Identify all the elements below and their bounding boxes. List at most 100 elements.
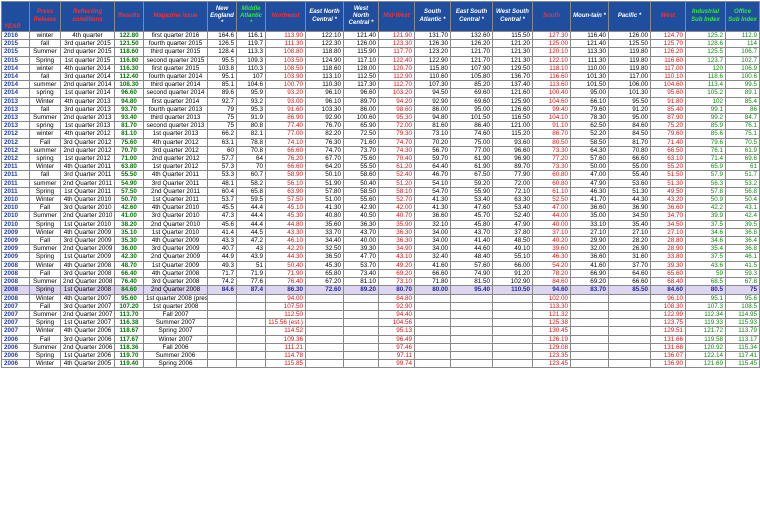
table-cell: 123.30 — [378, 39, 415, 49]
table-cell: Fall — [29, 268, 61, 279]
table-cell — [236, 350, 266, 361]
table-cell: 116.80 — [114, 55, 144, 65]
table-cell: 121.60 — [492, 88, 533, 98]
table-cell: 116.40 — [570, 30, 609, 41]
table-cell: 66.10 — [570, 96, 609, 106]
table-cell: Summer 2007 — [143, 318, 208, 328]
table-cell: 77.40 — [265, 121, 306, 131]
table-cell: winter — [29, 63, 61, 74]
table-cell: 113.30 — [532, 301, 571, 311]
table-cell — [570, 326, 609, 336]
table-cell: 54.10 — [414, 178, 451, 188]
table-cell: 73.10 — [378, 277, 415, 287]
table-cell: second quarter 2013 — [143, 121, 208, 131]
table-row: 2013 Winter 4th quarter 2013 94.80 first qua… — [1, 96, 760, 106]
table-cell: 94.40 — [378, 309, 415, 320]
table-cell: 2014 — [1, 72, 30, 82]
table-cell: 85.40 — [650, 104, 686, 115]
table-cell: 46.30 — [532, 252, 571, 262]
table-cell: 2nd Quarter 2008 — [143, 285, 208, 295]
table-cell: 1st quarter 2015 — [60, 55, 115, 65]
table-cell: 107.30 — [414, 80, 451, 90]
table-cell: 74.70 — [378, 137, 415, 147]
table-cell: 37.10 — [532, 227, 571, 238]
table-cell: 117.00 — [608, 72, 651, 82]
table-cell: 47.2 — [236, 236, 266, 246]
table-cell: 95.9 — [236, 88, 266, 98]
table-cell: 50.40 — [265, 260, 306, 270]
table-cell: 58.50 — [570, 137, 609, 147]
table-cell: 64 — [236, 154, 266, 164]
table-cell: 115.34 — [725, 342, 760, 352]
table-cell: 35.4 — [685, 244, 726, 254]
table-cell: 39.60 — [532, 244, 571, 254]
table-cell: 116.30 — [114, 63, 144, 74]
table-cell: 103.90 — [265, 72, 306, 82]
table-cell: 3rd Quarter 2008 — [143, 277, 208, 287]
table-cell: 52.20 — [570, 129, 609, 139]
column-header: Moun-tain * — [570, 1, 609, 32]
table-cell: 36.00 — [114, 244, 144, 254]
table-cell: 70.5 — [725, 137, 760, 147]
table-cell: 47.70 — [343, 252, 379, 262]
table-cell: 82.1 — [236, 129, 266, 139]
table-cell: first quarter 2016 — [143, 30, 208, 41]
table-cell: 87.90 — [650, 113, 686, 123]
table-cell: 2009 — [1, 227, 30, 238]
table-cell — [343, 293, 379, 303]
table-cell: 65.9 — [685, 162, 726, 172]
table-cell: 126.5 — [207, 39, 237, 49]
table-row: 2016 winter 4th quarter 122.80 first quarter… — [1, 30, 760, 41]
table-cell: 56.70 — [414, 145, 451, 156]
table-cell: 40.70 — [378, 211, 415, 221]
table-cell: Fall — [29, 203, 61, 213]
table-cell: 66.40 — [114, 268, 144, 279]
table-cell: 3rd quarter 2013 — [60, 104, 115, 115]
table-cell: 2nd Quarter 2011 — [60, 178, 115, 188]
table-cell: 39.9 — [685, 211, 726, 221]
table-cell: 2013 — [1, 104, 30, 115]
table-cell: 91.60 — [265, 104, 306, 115]
table-cell — [305, 301, 344, 311]
table-cell: 129.08 — [532, 342, 571, 352]
table-cell: 126.30 — [414, 39, 451, 49]
table-cell: 4th Quarter 2010 — [60, 195, 115, 205]
table-cell: 122.80 — [114, 30, 144, 41]
table-cell: 125.5 — [685, 47, 726, 57]
table-cell: 112.34 — [685, 309, 726, 320]
table-cell: 67.50 — [450, 170, 493, 180]
table-cell: 94.80 — [114, 96, 144, 106]
table-cell — [450, 350, 493, 361]
table-cell: 131.68 — [650, 342, 686, 352]
table-cell: 96.60 — [492, 145, 533, 156]
table-cell: 108.5 — [725, 301, 760, 311]
table-cell: 79.30 — [378, 129, 415, 139]
table-row: 2009 Fall 3rd Quarter 2009 35.30 4th Quarter… — [1, 236, 760, 246]
table-cell: 47.90 — [570, 178, 609, 188]
table-cell: 125.50 — [608, 39, 651, 49]
table-cell: 44.00 — [532, 211, 571, 221]
table-cell: 114.95 — [725, 309, 760, 320]
table-cell: 92.90 — [378, 301, 415, 311]
table-cell: 136.90 — [650, 359, 686, 369]
table-cell: 73.30 — [532, 162, 571, 172]
table-cell: third quarter 2015 — [143, 47, 208, 57]
table-cell: 45.6 — [207, 219, 237, 229]
table-cell: 111.30 — [265, 39, 306, 49]
table-cell: 75.00 — [450, 137, 493, 147]
table-cell: Winter — [29, 162, 61, 172]
table-cell: 2008 — [1, 293, 30, 303]
table-cell — [492, 334, 533, 344]
table-cell: 51.30 — [650, 178, 686, 188]
table-cell: 29.90 — [570, 236, 609, 246]
table-cell: 74.30 — [378, 145, 415, 156]
table-cell: 126.60 — [492, 104, 533, 115]
table-cell: Spring 2007 — [143, 326, 208, 336]
table-cell: 136.07 — [650, 350, 686, 361]
table-cell: 55.50 — [343, 162, 379, 172]
table-header: YEAR Press Release Reflecting conditions Re… — [1, 1, 760, 32]
table-cell: 74.90 — [450, 268, 493, 279]
table-cell: 45.30 — [305, 260, 344, 270]
table-cell: 72.60 — [305, 285, 344, 295]
table-cell: 81.10 — [343, 277, 379, 287]
